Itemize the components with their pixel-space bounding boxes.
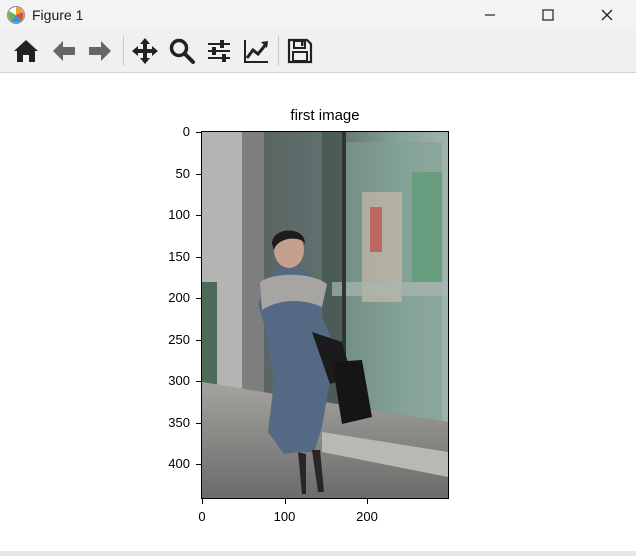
y-tick-label: 200 [168,290,190,305]
window-title: Figure 1 [32,7,84,23]
y-tick-mark [196,422,201,424]
zoom-button[interactable] [166,36,198,66]
home-icon [14,40,38,62]
x-tick-mark [284,499,286,504]
y-tick-mark [196,215,201,216]
y-tick-mark [196,173,201,175]
y-tick-mark [196,464,201,465]
line-chart-icon [244,40,269,63]
y-tick-label: 400 [168,456,190,471]
x-tick-label: 0 [198,509,206,524]
x-tick-mark [367,499,368,504]
y-tick-label: 50 [175,165,190,181]
photo-image [202,132,448,498]
y-tick-label: 350 [168,414,190,430]
minimize-icon [485,14,495,16]
toolbar-separator [278,36,279,66]
maximize-button[interactable] [519,0,577,30]
title-bar: Figure 1 [0,0,636,30]
move-icon [132,38,158,64]
floppy-disk-icon [287,38,313,64]
forward-button[interactable] [84,36,116,66]
y-tick-mark [196,298,201,299]
y-tick-label: 250 [168,331,190,347]
matplotlib-app-icon [7,6,25,24]
maximize-icon [542,9,554,21]
window-bottom-edge [0,551,636,556]
save-button[interactable] [284,36,316,66]
y-tick-label: 100 [168,207,190,222]
magnifier-icon [169,38,195,64]
y-tick-mark [196,381,201,382]
arrow-left-icon [53,41,75,61]
y-tick-label: 150 [168,248,190,264]
x-tick-label: 100 [273,509,296,524]
pan-button[interactable] [129,36,161,66]
arrow-right-icon [89,41,111,61]
x-tick-mark [202,499,203,504]
sliders-icon [208,40,230,62]
edit-axis-button[interactable] [240,36,272,66]
y-tick-label: 300 [168,373,190,388]
close-button[interactable] [578,0,636,30]
home-button[interactable] [10,36,42,66]
toolbar-separator [123,36,124,66]
y-tick-mark [196,132,201,133]
x-tick-label: 200 [356,509,378,524]
y-tick-mark [196,339,201,341]
navigation-toolbar [0,30,636,73]
minimize-button[interactable] [461,0,519,30]
back-button[interactable] [48,36,80,66]
y-tick-label: 0 [182,124,190,139]
axes-title: first image [290,107,360,124]
close-icon [601,9,613,21]
image-axes[interactable] [201,131,449,499]
configure-subplots-button[interactable] [203,36,235,66]
y-tick-mark [196,256,201,258]
